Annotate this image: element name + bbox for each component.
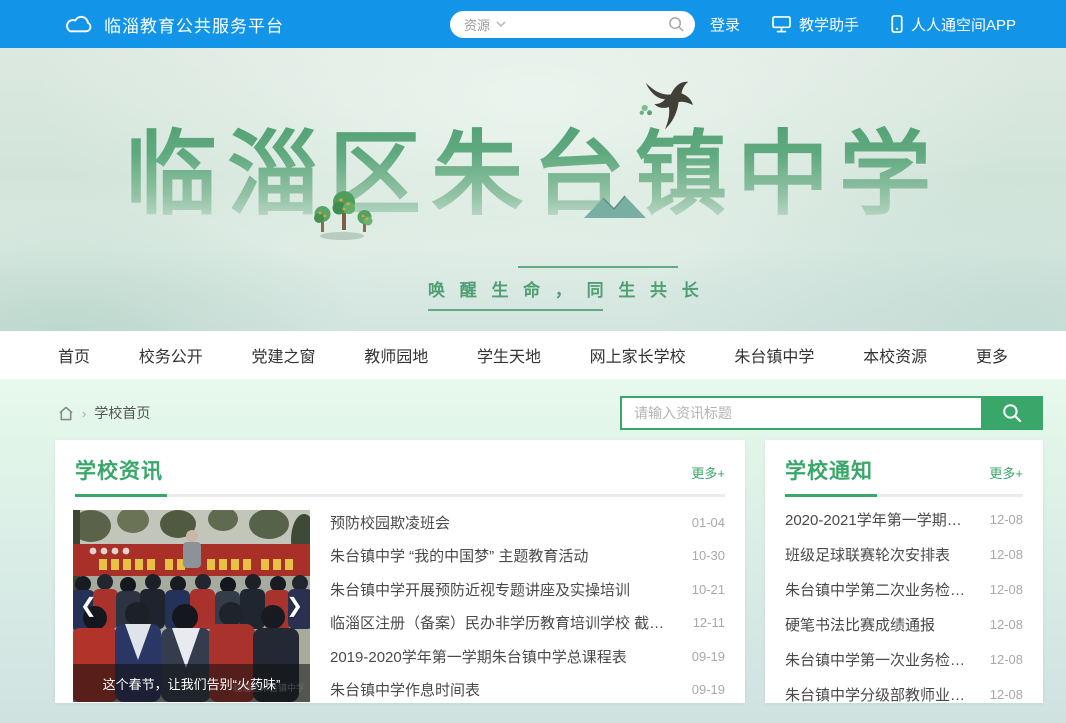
notice-item-title: 朱台镇中学第二次业务检查的 (785, 579, 976, 600)
news-item[interactable]: 朱台镇中学开展预防近视专题讲座及实操培训 10-21 (330, 579, 725, 600)
brand-title: 临淄教育公共服务平台 (104, 12, 284, 37)
notice-more-link[interactable]: 更多+ (989, 463, 1023, 482)
news-item-date: 09-19 (692, 682, 725, 697)
home-icon[interactable] (58, 406, 74, 421)
nav-item[interactable]: 首页 (58, 343, 90, 367)
nav-item[interactable]: 网上家长学校 (590, 343, 686, 367)
carousel-caption[interactable]: 这个春节，让我们告别“火药味” (73, 664, 310, 702)
school-news-panel: 学校资讯 更多+ (55, 440, 745, 703)
mountain-icon (584, 194, 646, 223)
content-area: › 学校首页 学校资讯 更多+ (0, 379, 1066, 723)
news-item[interactable]: 朱台镇中学 “我的中国梦” 主题教育活动 10-30 (330, 545, 725, 566)
search-category-select[interactable]: 资源 (464, 15, 490, 34)
notice-item-date: 12-08 (990, 547, 1023, 562)
breadcrumb: › 学校首页 (58, 403, 150, 423)
notice-panel-divider (785, 494, 1023, 497)
news-carousel[interactable]: ❮ ❯ 临淄区朱台镇中学 这个春节，让我们告别“火药味” (73, 510, 310, 702)
swallow-bird-icon (636, 80, 694, 137)
space-app-label: 人人通空间APP (911, 14, 1016, 35)
news-item-date: 10-30 (692, 548, 725, 563)
main-navigation: 首页 校务公开 党建之窗 教师园地 学生天地 网上家长学校 朱台镇中学 本校资源… (0, 331, 1066, 379)
phone-icon (891, 15, 903, 33)
notice-item-title: 朱台镇中学分级部教师业务展 (785, 684, 976, 705)
news-more-link[interactable]: 更多+ (691, 463, 725, 482)
news-item-title: 朱台镇中学作息时间表 (330, 679, 480, 700)
nav-item[interactable]: 学生天地 (477, 343, 541, 367)
school-news-list: 预防校园欺凌班会 01-04 朱台镇中学 “我的中国梦” 主题教育活动 10-3… (328, 510, 727, 702)
news-item[interactable]: 朱台镇中学作息时间表 09-19 (330, 679, 725, 700)
trees-illustration (306, 182, 378, 247)
article-search-input[interactable] (620, 396, 981, 430)
cloud-icon (64, 13, 94, 36)
monitor-icon (772, 16, 791, 33)
top-actions: 登录 教学助手 人人通空间APP (710, 0, 1016, 48)
notice-item-date: 12-08 (990, 652, 1023, 667)
notice-item-date: 12-08 (990, 512, 1023, 527)
breadcrumb-current[interactable]: 学校首页 (94, 403, 150, 423)
school-name-title: 临淄区朱台镇中学 (0, 100, 1066, 233)
nav-item[interactable]: 朱台镇中学 (734, 343, 814, 367)
news-item-title: 2019-2020学年第一学期朱台镇中学总课程表 (330, 646, 627, 667)
top-bar: 临淄教育公共服务平台 资源 登录 教学助手 (0, 0, 1066, 48)
school-notice-list: 2020-2021学年第一学期足球 12-08 班级足球联赛轮次安排表 12-0… (785, 509, 1023, 705)
notice-item-date: 12-08 (990, 617, 1023, 632)
page: 临淄教育公共服务平台 资源 登录 教学助手 (0, 0, 1066, 723)
search-icon[interactable] (668, 16, 685, 33)
carousel-next-icon[interactable]: ❯ (286, 596, 303, 616)
slogan-text: 唤 醒 生 命 ， 同 生 共 长 (428, 276, 678, 301)
notice-panel-title: 学校通知 (785, 455, 873, 485)
school-notice-panel: 学校通知 更多+ 2020-2021学年第一学期足球 12-08 班级足球联赛轮… (765, 440, 1043, 703)
nav-list: 首页 校务公开 党建之窗 教师园地 学生天地 网上家长学校 朱台镇中学 本校资源… (58, 331, 1008, 379)
news-item-date: 01-04 (692, 515, 725, 530)
login-label: 登录 (710, 14, 740, 35)
school-banner: 临淄区朱台镇中学 (0, 48, 1066, 331)
notice-item[interactable]: 班级足球联赛轮次安排表 12-08 (785, 544, 1023, 565)
teaching-assistant-button[interactable]: 教学助手 (772, 14, 859, 35)
news-item-date: 10-21 (692, 582, 725, 597)
nav-item[interactable]: 党建之窗 (251, 343, 315, 367)
notice-item-title: 朱台镇中学第一次业务检查的 (785, 649, 976, 670)
news-panel-divider (75, 494, 725, 497)
news-item-title: 朱台镇中学 “我的中国梦” 主题教育活动 (330, 545, 588, 566)
carousel-prev-icon[interactable]: ❮ (80, 596, 97, 616)
notice-item-title: 2020-2021学年第一学期足球 (785, 509, 976, 530)
notice-item-date: 12-08 (990, 582, 1023, 597)
article-search-button[interactable] (981, 396, 1043, 430)
notice-item[interactable]: 朱台镇中学第一次业务检查的 12-08 (785, 649, 1023, 670)
notice-item[interactable]: 2020-2021学年第一学期足球 12-08 (785, 509, 1023, 530)
slogan-line-top (518, 266, 678, 268)
space-app-button[interactable]: 人人通空间APP (891, 14, 1016, 35)
breadcrumb-separator: › (82, 406, 86, 421)
news-item-date: 09-19 (692, 649, 725, 664)
notice-item-date: 12-08 (990, 687, 1023, 702)
news-panel-title: 学校资讯 (75, 455, 163, 485)
news-item-title: 朱台镇中学开展预防近视专题讲座及实操培训 (330, 579, 630, 600)
top-search-bar[interactable]: 资源 (450, 11, 695, 38)
news-item-date: 12-11 (693, 615, 725, 630)
news-item[interactable]: 临淄区注册（备案）民办非学历教育培训学校 截止2019 12-11 (330, 612, 725, 633)
nav-item[interactable]: 教师园地 (364, 343, 428, 367)
article-search (620, 396, 1043, 430)
school-slogan: 唤 醒 生 命 ， 同 生 共 长 (428, 266, 678, 311)
nav-item[interactable]: 本校资源 (863, 343, 927, 367)
teaching-assistant-label: 教学助手 (799, 14, 859, 35)
chevron-down-icon[interactable] (496, 21, 506, 28)
news-item-title: 预防校园欺凌班会 (330, 512, 450, 533)
nav-item[interactable]: 校务公开 (139, 343, 203, 367)
notice-item[interactable]: 朱台镇中学分级部教师业务展 12-08 (785, 684, 1023, 705)
nav-item[interactable]: 更多 (976, 343, 1008, 367)
news-item-title: 临淄区注册（备案）民办非学历教育培训学校 截止2019 (330, 612, 679, 633)
notice-item-title: 班级足球联赛轮次安排表 (785, 544, 950, 565)
notice-item[interactable]: 硬笔书法比赛成绩通报 12-08 (785, 614, 1023, 635)
slogan-line-bottom (428, 309, 603, 311)
platform-brand[interactable]: 临淄教育公共服务平台 (64, 0, 284, 48)
notice-item-title: 硬笔书法比赛成绩通报 (785, 614, 935, 635)
login-button[interactable]: 登录 (710, 14, 740, 35)
notice-item[interactable]: 朱台镇中学第二次业务检查的 12-08 (785, 579, 1023, 600)
news-panel-header: 学校资讯 更多+ (55, 440, 745, 494)
notice-panel-header: 学校通知 更多+ (765, 440, 1043, 494)
news-item[interactable]: 2019-2020学年第一学期朱台镇中学总课程表 09-19 (330, 646, 725, 667)
news-panel-body: ❮ ❯ 临淄区朱台镇中学 这个春节，让我们告别“火药味” 预防校园欺凌班会 01… (55, 497, 745, 702)
news-item[interactable]: 预防校园欺凌班会 01-04 (330, 512, 725, 533)
